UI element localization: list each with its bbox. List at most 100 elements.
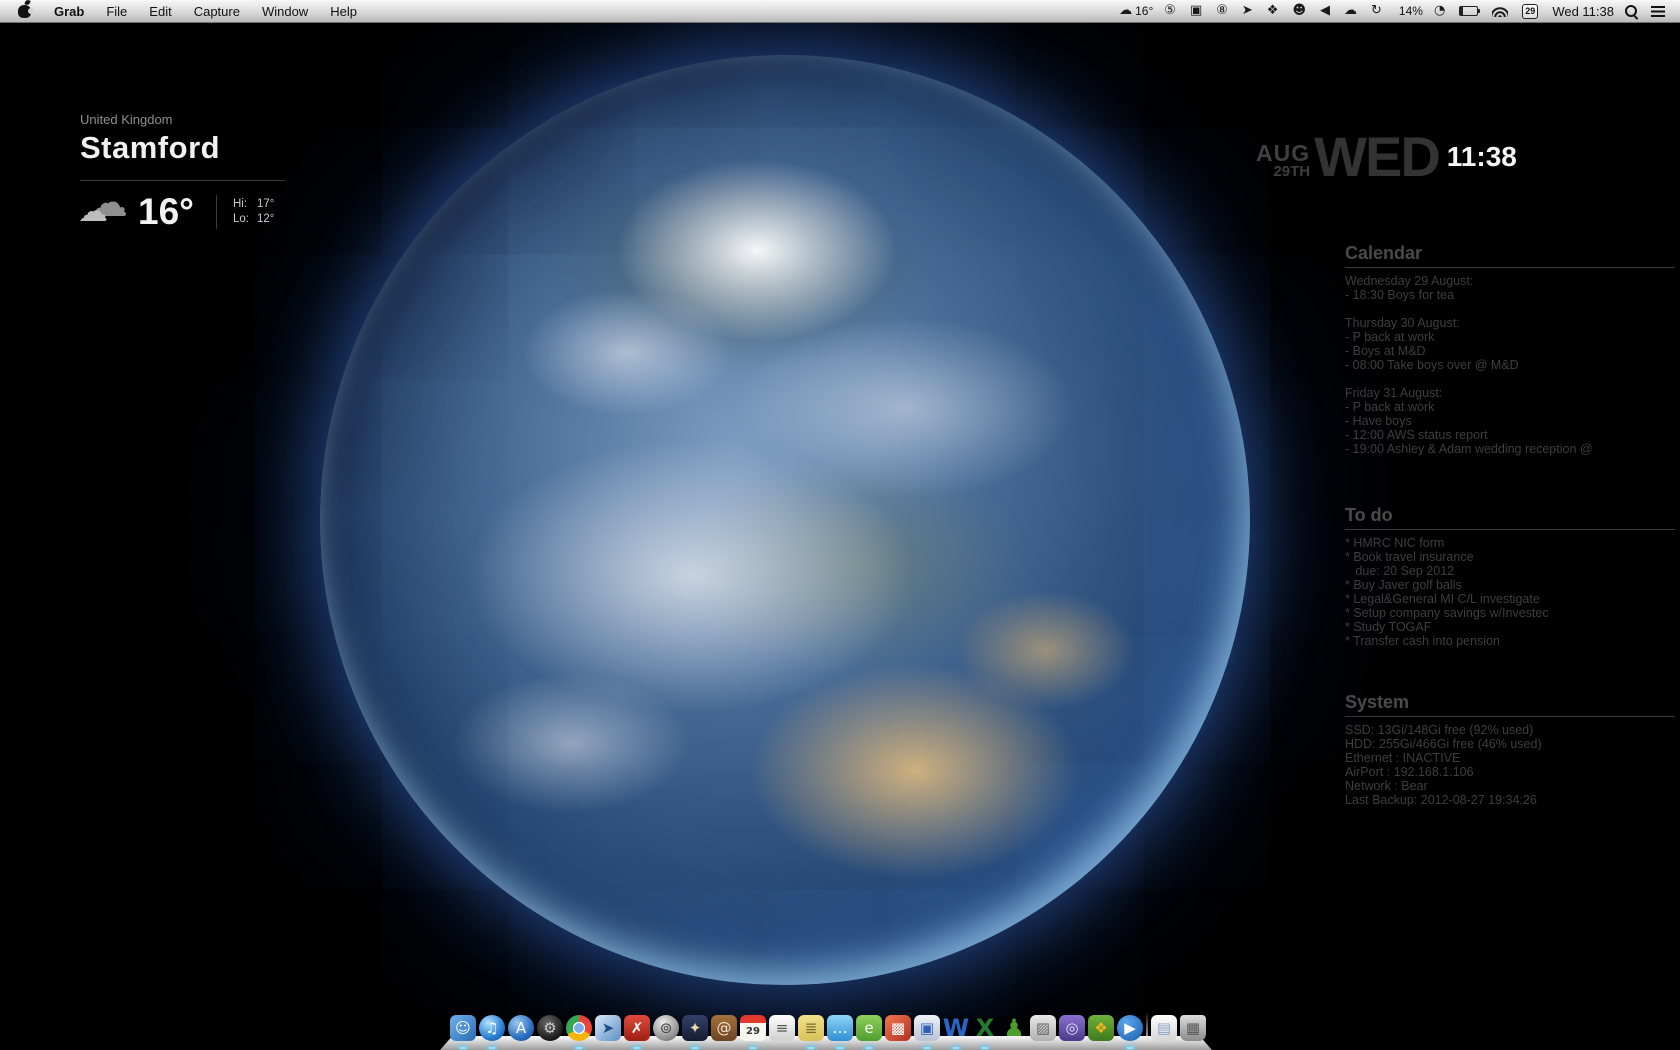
status-glyph-icon: ⑧ bbox=[1216, 0, 1228, 22]
shield-badge[interactable]: ⑤ bbox=[1164, 0, 1179, 22]
media-player-dock-icon[interactable]: ▶ bbox=[1117, 1015, 1143, 1041]
iphoto-dock-icon[interactable]: ✦ bbox=[682, 1015, 708, 1041]
menu-item[interactable]: Help bbox=[319, 0, 368, 22]
wifi[interactable] bbox=[1492, 0, 1511, 22]
pointer[interactable]: ➤ bbox=[1242, 0, 1256, 22]
documents-stack-dock-icon[interactable]: ▤ bbox=[1151, 1015, 1177, 1041]
network-radar-app-dock-icon[interactable]: ◎ bbox=[1059, 1015, 1085, 1041]
status-glyph-icon bbox=[1492, 6, 1508, 17]
calendar-line: Friday 31 August: bbox=[1345, 386, 1675, 400]
calendar-line: Thursday 30 August: bbox=[1345, 316, 1675, 330]
menu-item[interactable]: File bbox=[95, 0, 138, 22]
windows-overlap[interactable]: ▣ bbox=[1190, 0, 1205, 22]
notepad-app-dock-icon[interactable]: ≣ bbox=[798, 1015, 824, 1041]
cloud-icon bbox=[80, 194, 132, 230]
green-character-app-dock-icon[interactable]: ♟ bbox=[1001, 1015, 1027, 1041]
pointer-app-dock-icon[interactable]: ➤ bbox=[595, 1015, 621, 1041]
status-glyph-icon: ☁ bbox=[1119, 0, 1132, 22]
status-glyph-icon: ▣ bbox=[1190, 0, 1202, 22]
calendar-title: Calendar bbox=[1345, 243, 1675, 268]
messages-dock-icon[interactable]: … bbox=[827, 1015, 853, 1041]
ghost[interactable]: ☻ bbox=[1292, 0, 1309, 22]
gear-utility-dock-icon[interactable]: ⚙ bbox=[537, 1015, 563, 1041]
system-line: Network : Bear bbox=[1345, 779, 1675, 793]
calendar-line: - P back at work bbox=[1345, 400, 1675, 414]
system-line: AirPort : 192.168.1.106 bbox=[1345, 765, 1675, 779]
calendar-panel: Calendar Wednesday 29 August:- 18:30 Boy… bbox=[1345, 243, 1675, 456]
calendar-line bbox=[1345, 302, 1675, 316]
finder-dock-icon[interactable]: ☺ bbox=[450, 1015, 476, 1041]
virtualbox-dock-icon[interactable]: ▣ bbox=[914, 1015, 940, 1041]
clock[interactable]: Wed 11:38 bbox=[1549, 0, 1614, 22]
status-glyph-icon bbox=[1651, 6, 1665, 17]
crossed-tools-app-dock-icon[interactable]: ▨ bbox=[1030, 1015, 1056, 1041]
spotlight[interactable] bbox=[1625, 0, 1640, 22]
calendar-line: - 18:30 Boys for tea bbox=[1345, 288, 1675, 302]
calendar-line: - Boys at M&D bbox=[1345, 344, 1675, 358]
apple-menu-icon[interactable] bbox=[18, 5, 31, 18]
calendar-line bbox=[1345, 372, 1675, 386]
weather-lo: 12° bbox=[257, 213, 274, 225]
menu-item[interactable]: Capture bbox=[183, 0, 251, 22]
running-indicator bbox=[489, 1047, 496, 1049]
menu-list[interactable] bbox=[1651, 0, 1668, 22]
excel-dock-icon[interactable]: X bbox=[972, 1015, 998, 1041]
todo-line: * Legal&General MI C/L investigate bbox=[1345, 592, 1675, 606]
todo-line: * Buy Javer golf balls bbox=[1345, 578, 1675, 592]
running-indicator bbox=[692, 1047, 699, 1049]
earth-wallpaper bbox=[320, 55, 1250, 985]
dock: ☺ ♫ A ⚙ ➤ ✗ ⊚ ✦ @ 29 ≡ ≣ … e ▩ bbox=[440, 1002, 1212, 1050]
weather-city: Stamford bbox=[80, 130, 340, 166]
todo-line: * Transfer cash into pension bbox=[1345, 634, 1675, 648]
vsphere-dock-icon[interactable]: ❖ bbox=[1088, 1015, 1114, 1041]
calendar-line: - P back at work bbox=[1345, 330, 1675, 344]
running-indicator bbox=[808, 1047, 815, 1049]
running-indicator bbox=[837, 1047, 844, 1049]
system-line: Ethernet : INACTIVE bbox=[1345, 751, 1675, 765]
weather-menu[interactable]: ☁16° bbox=[1119, 0, 1153, 22]
word-dock-icon[interactable]: W bbox=[943, 1015, 969, 1041]
todo-title: To do bbox=[1345, 505, 1675, 530]
red-x-app-dock-icon[interactable]: ✗ bbox=[624, 1015, 650, 1041]
status-glyph-icon: ↻ bbox=[1371, 0, 1382, 22]
remote-desktop-dock-icon[interactable]: ▩ bbox=[885, 1015, 911, 1041]
status-glyph-icon: ◔ bbox=[1434, 0, 1445, 22]
running-indicator bbox=[866, 1047, 873, 1049]
system-line: HDD: 255Gi/466Gi free (46% used) bbox=[1345, 737, 1675, 751]
app-menus: GrabFileEditCaptureWindowHelp bbox=[43, 0, 368, 22]
calendar-day[interactable]: 29 bbox=[1522, 0, 1538, 22]
date-weekday: WED bbox=[1314, 134, 1439, 180]
calendar-line: Wednesday 29 August: bbox=[1345, 274, 1675, 288]
cloudapp[interactable]: ☁ bbox=[1344, 0, 1360, 22]
date-day: 29TH bbox=[1256, 165, 1310, 179]
egg-app-dock-icon[interactable]: ⊚ bbox=[653, 1015, 679, 1041]
dropbox[interactable]: ❖ bbox=[1267, 0, 1282, 22]
battery[interactable] bbox=[1459, 0, 1481, 22]
status-glyph-icon: ➤ bbox=[1242, 0, 1253, 22]
address-book-dock-icon[interactable]: @ bbox=[711, 1015, 737, 1041]
running-indicator bbox=[634, 1047, 641, 1049]
date-time: 11:38 bbox=[1447, 141, 1517, 173]
divider bbox=[216, 195, 217, 229]
battery-percent[interactable]: 14% bbox=[1396, 0, 1423, 22]
sync[interactable]: ↻ bbox=[1371, 0, 1385, 22]
system-line: Last Backup: 2012-08-27 19:34:26 bbox=[1345, 793, 1675, 807]
system-panel: System SSD: 13Gi/148Gi free (92% used)HD… bbox=[1345, 692, 1675, 807]
date-widget: AUG 29TH WED 11:38 bbox=[1256, 134, 1517, 180]
timer-badge[interactable]: ⑧ bbox=[1216, 0, 1231, 22]
chrome-dock-icon[interactable] bbox=[566, 1015, 592, 1041]
todo-line: due: 20 Sep 2012 bbox=[1345, 564, 1675, 578]
fan[interactable]: ◀ bbox=[1320, 0, 1333, 22]
itunes-dock-icon[interactable]: ♫ bbox=[479, 1015, 505, 1041]
ical-dock-icon[interactable]: 29 bbox=[740, 1015, 766, 1041]
alert-clock[interactable]: ◔ bbox=[1434, 0, 1448, 22]
trash-dock-icon[interactable]: ▦ bbox=[1180, 1015, 1206, 1041]
running-indicator bbox=[750, 1047, 757, 1049]
menu-item[interactable]: Edit bbox=[138, 0, 182, 22]
menu-bar: GrabFileEditCaptureWindowHelp ☁16° ⑤ ▣ ⑧… bbox=[0, 0, 1680, 23]
app-store-dock-icon[interactable]: A bbox=[508, 1015, 534, 1041]
menu-item[interactable]: Window bbox=[251, 0, 319, 22]
evernote-dock-icon[interactable]: e bbox=[856, 1015, 882, 1041]
menu-item[interactable]: Grab bbox=[43, 0, 95, 22]
checklist-app-dock-icon[interactable]: ≡ bbox=[769, 1015, 795, 1041]
